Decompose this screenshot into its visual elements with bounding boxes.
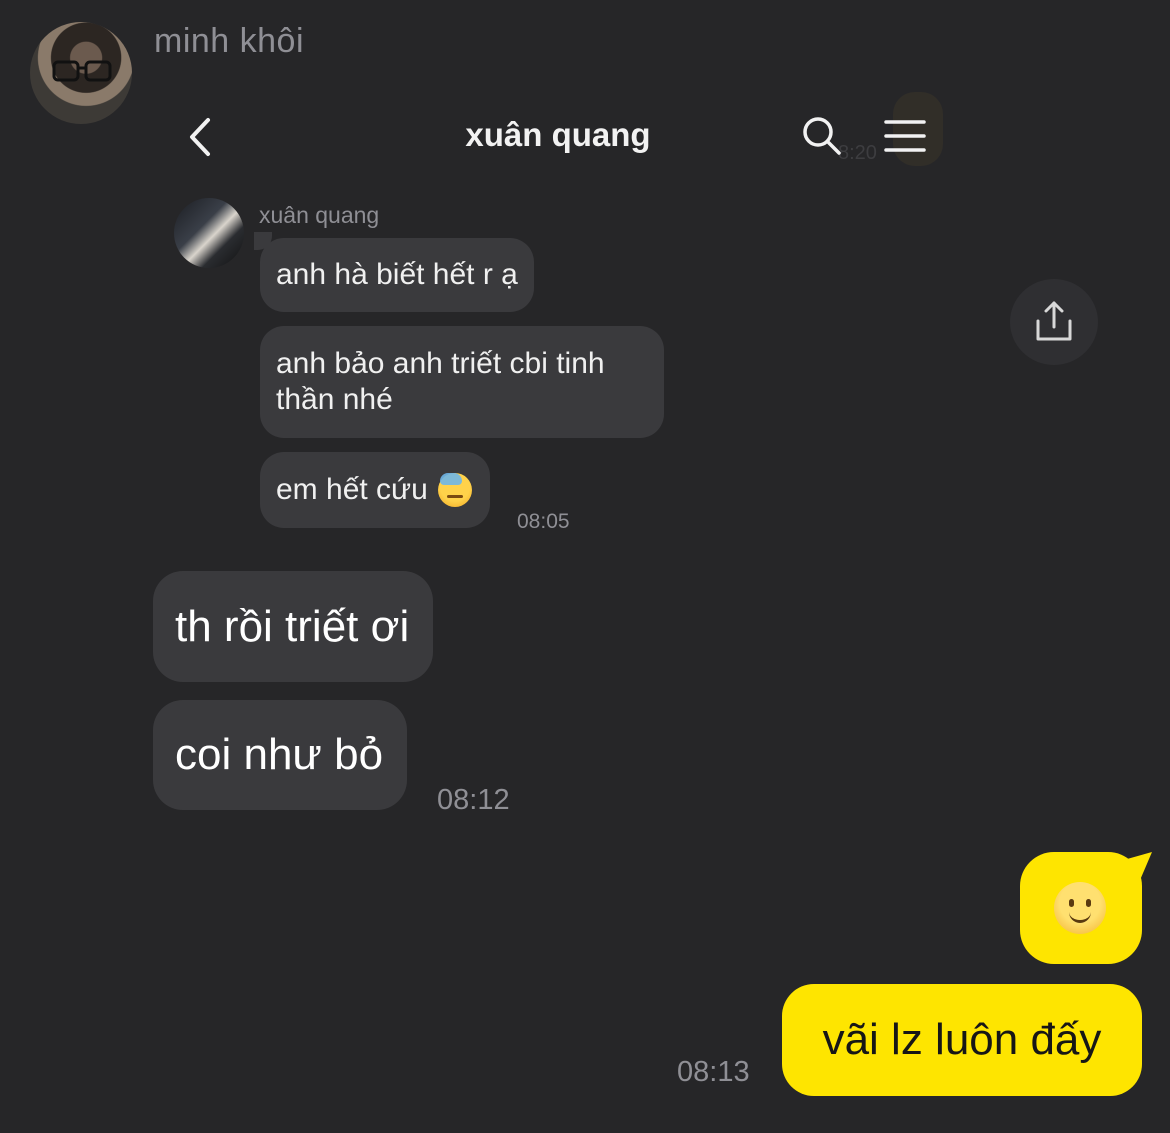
outer-sender-name: minh khôi bbox=[154, 22, 305, 60]
message-text: anh bảo anh triết cbi tinh thần nhé bbox=[276, 347, 605, 416]
message-bubble[interactable]: anh bảo anh triết cbi tinh thần nhé bbox=[260, 326, 664, 438]
message-text: em hết cứu bbox=[276, 473, 428, 506]
outer-avatar bbox=[30, 22, 132, 124]
message-timestamp: 08:05 bbox=[517, 510, 570, 533]
message-timestamp: 08:13 bbox=[677, 1056, 750, 1088]
search-icon[interactable] bbox=[800, 114, 844, 158]
glasses-icon bbox=[52, 60, 112, 82]
slightly-smiling-face-emoji-icon bbox=[1054, 882, 1106, 934]
message-bubble[interactable]: th rồi triết ơi bbox=[153, 571, 434, 682]
outgoing-message-bubble[interactable] bbox=[1020, 852, 1152, 964]
outgoing-message-bubble[interactable]: vãi lz luôn đấy bbox=[782, 984, 1142, 1096]
sender-avatar[interactable] bbox=[174, 198, 244, 268]
message-text: vãi lz luôn đấy bbox=[822, 1015, 1102, 1064]
sender-name: xuân quang bbox=[259, 202, 380, 228]
menu-icon[interactable] bbox=[882, 116, 928, 156]
message-bubble[interactable]: em hết cứu bbox=[260, 452, 490, 528]
message-bubble[interactable]: coi như bỏ bbox=[153, 700, 408, 810]
message-text: th rồi triết ơi bbox=[175, 601, 410, 651]
bubble-tail bbox=[254, 232, 272, 250]
bubble-tail bbox=[1120, 852, 1152, 882]
share-button[interactable] bbox=[1010, 279, 1098, 365]
share-icon bbox=[1036, 301, 1072, 341]
sweat-face-emoji-icon bbox=[437, 473, 472, 507]
message-text: coi như bỏ bbox=[175, 730, 384, 779]
back-arrow-icon[interactable] bbox=[180, 112, 220, 162]
message-text: anh hà biết hết r ạ bbox=[276, 258, 518, 291]
message-timestamp: 08:12 bbox=[437, 784, 510, 816]
message-bubble[interactable]: anh hà biết hết r ạ bbox=[254, 232, 534, 312]
chat-title: xuân quang bbox=[465, 116, 651, 153]
